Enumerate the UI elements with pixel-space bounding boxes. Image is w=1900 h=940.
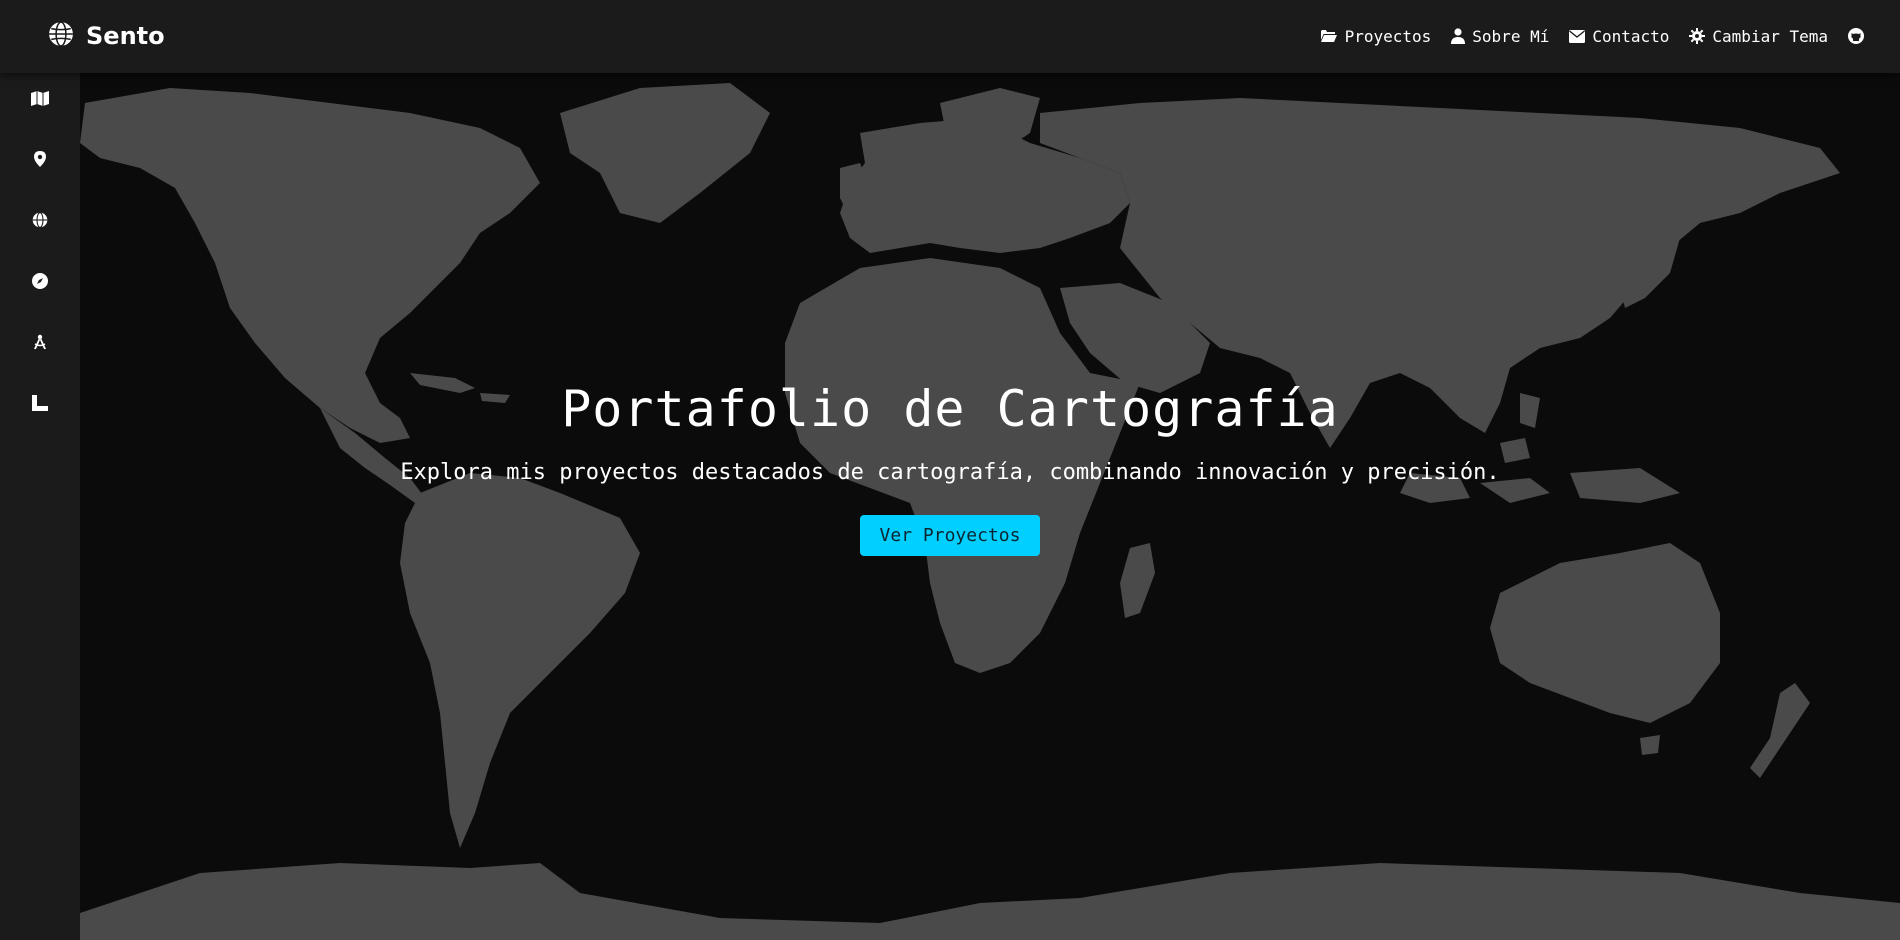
map-icon — [31, 90, 49, 110]
envelope-icon — [1569, 29, 1586, 43]
sidebar-item-drafting[interactable] — [30, 334, 50, 354]
gear-icon — [1689, 28, 1706, 44]
antarctica-landmass — [80, 863, 1900, 940]
greenland-landmass — [560, 83, 770, 223]
nav-sobre-mi-label: Sobre Mí — [1472, 26, 1550, 46]
sidebar-item-globe[interactable] — [30, 212, 50, 232]
nav-cambiar-tema[interactable]: Cambiar Tema — [1689, 27, 1828, 46]
map-pin-icon — [34, 151, 46, 171]
hero-subtitle: Explora mis proyectos destacados de cart… — [400, 460, 1500, 485]
ver-proyectos-button[interactable]: Ver Proyectos — [859, 515, 1041, 556]
hero-title: Portafolio de Cartografía — [561, 380, 1339, 438]
nav-proyectos[interactable]: Proyectos — [1320, 26, 1432, 46]
ruler-combined-icon — [32, 395, 48, 415]
nav-proyectos-label: Proyectos — [1344, 26, 1432, 46]
brand[interactable]: Sento — [48, 20, 165, 52]
globe-icon — [32, 212, 48, 232]
nav-sobre-mi[interactable]: Sobre Mí — [1451, 27, 1549, 46]
user-icon — [1451, 28, 1466, 44]
sidebar-item-map[interactable] — [30, 90, 50, 110]
nav-contacto-label: Contacto — [1592, 26, 1670, 46]
nav-contacto[interactable]: Contacto — [1569, 27, 1669, 46]
github-icon — [1848, 28, 1864, 44]
top-navbar: Sento Proyectos Sobre Mí Contacto Cambia… — [0, 0, 1900, 73]
sidebar-item-location[interactable] — [30, 151, 50, 171]
hero-section: Portafolio de Cartografía Explora mis pr… — [80, 370, 1820, 556]
left-sidebar — [0, 73, 80, 940]
compass-icon — [32, 273, 48, 293]
new-zealand-landmass — [1750, 683, 1810, 778]
sidebar-item-ruler[interactable] — [30, 395, 50, 415]
australia-landmass — [1490, 543, 1720, 723]
sidebar-item-compass[interactable] — [30, 273, 50, 293]
folder-open-icon — [1320, 29, 1338, 43]
brand-name: Sento — [86, 22, 165, 50]
drafting-compass-icon — [32, 334, 48, 354]
globe-icon — [48, 21, 74, 51]
tasmania-landmass — [1640, 735, 1660, 755]
nav-github[interactable] — [1848, 28, 1864, 44]
nav-cambiar-tema-label: Cambiar Tema — [1712, 26, 1828, 46]
main-nav: Proyectos Sobre Mí Contacto Cambiar Tema — [1320, 24, 1864, 48]
